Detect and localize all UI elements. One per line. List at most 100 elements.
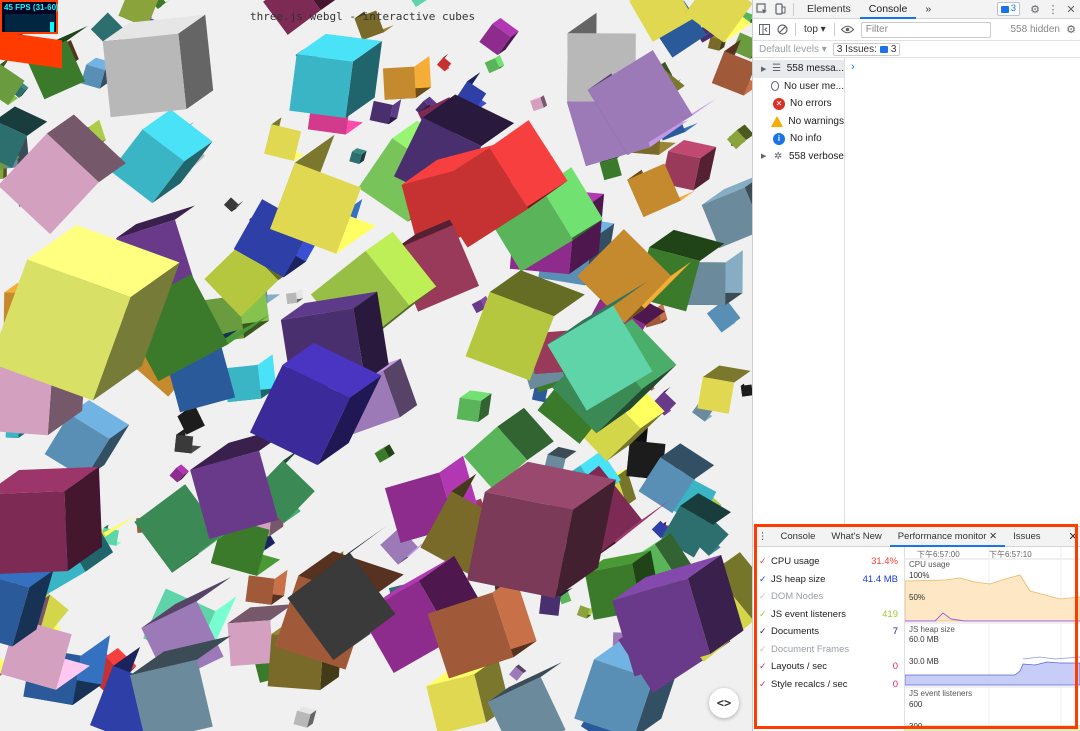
issues-button[interactable]: 3 Issues: 3 (832, 42, 901, 56)
cube[interactable] (726, 124, 752, 150)
cube[interactable] (404, 0, 444, 8)
device-toolbar-icon[interactable] (771, 0, 789, 19)
metric-row[interactable]: ✓ CPU usage 31.4% (753, 553, 904, 571)
sidebar-item-label: No errors (790, 98, 832, 110)
scene-title: three.js webgl - interactive cubes (250, 10, 476, 23)
cube[interactable] (102, 14, 214, 118)
sidebar-item-warnings[interactable]: No warnings (753, 113, 844, 131)
cube[interactable] (374, 444, 395, 463)
cube[interactable] (456, 390, 492, 423)
view-source-button[interactable]: <> (709, 688, 739, 718)
cpu-tick-label: 50% (909, 593, 926, 602)
console-filter-input[interactable] (860, 21, 991, 38)
drawer-tab-issues[interactable]: Issues (1005, 527, 1048, 547)
close-tab-icon[interactable]: ✕ (989, 531, 997, 542)
inspect-element-icon[interactable] (753, 0, 771, 19)
metric-row[interactable]: ✓ JS event listeners 419 (753, 606, 904, 624)
cube[interactable] (369, 99, 402, 125)
settings-gear-icon[interactable]: ⚙ (1026, 0, 1044, 19)
cube[interactable] (740, 383, 752, 397)
issues-button-label: 3 Issues: (836, 43, 877, 55)
metric-row[interactable]: ✓ Document Frames (753, 641, 904, 659)
drawer-menu-icon[interactable]: ⋮ (753, 527, 773, 547)
sidebar-item-info[interactable]: i No info (753, 130, 844, 148)
live-expression-eye-icon[interactable] (839, 20, 857, 39)
drawer-tab-performance-monitor[interactable]: Performance monitor ✕ (889, 527, 1006, 547)
cubes-scene[interactable] (0, 0, 752, 731)
tab-console[interactable]: Console (859, 0, 917, 19)
context-select[interactable]: top ▾ (800, 24, 830, 35)
metric-row[interactable]: ✓ JS heap size 41.4 MB (753, 571, 904, 589)
kebab-menu-icon[interactable]: ⋮ (1044, 0, 1062, 19)
metric-row[interactable]: ✓ DOM Nodes (753, 588, 904, 606)
webgl-viewport[interactable]: 45 FPS (31-60) three.js webgl - interact… (0, 0, 752, 731)
metric-row[interactable]: ✓ Documents 7 (753, 623, 904, 641)
drawer-tab-whats-new[interactable]: What's New (823, 527, 889, 547)
sidebar-item-verbose[interactable]: ▶ ✲ 558 verbose (753, 148, 844, 166)
list-icon: ☰ (772, 63, 782, 75)
cube[interactable] (479, 18, 519, 56)
metric-row[interactable]: ✓ Style recalcs / sec 0 (753, 676, 904, 694)
expand-caret-icon[interactable]: ▶ (761, 152, 771, 160)
cube[interactable] (509, 664, 527, 681)
cube[interactable] (484, 54, 505, 74)
cube[interactable] (223, 197, 244, 212)
filter-divider (795, 23, 796, 36)
metric-checkbox[interactable]: ✓ (759, 574, 771, 585)
cube[interactable] (0, 57, 25, 106)
cube[interactable] (437, 53, 452, 72)
heap-peak-line (1022, 656, 1080, 660)
metric-checkbox[interactable]: ✓ (759, 679, 771, 690)
tab-elements[interactable]: Elements (798, 0, 860, 19)
cube[interactable] (285, 288, 304, 304)
cpu-graph-title: CPU usage (909, 560, 950, 569)
metric-checkbox[interactable]: ✓ (759, 661, 771, 672)
cube[interactable] (382, 56, 432, 100)
sidebar-item-messages[interactable]: ▶ ☰ 558 messa... (753, 60, 844, 78)
metric-checkbox[interactable]: ✓ (759, 591, 771, 602)
metric-name: DOM Nodes (771, 591, 824, 603)
metric-checkbox[interactable]: ✓ (759, 644, 771, 655)
clear-console-icon[interactable] (773, 20, 791, 39)
console-settings-gear-icon[interactable]: ⚙ (1062, 20, 1080, 39)
fps-stats-panel[interactable]: 45 FPS (31-60) (0, 0, 59, 34)
expand-caret-icon[interactable]: ▶ (761, 65, 770, 73)
drawer-tab-console[interactable]: Console (773, 527, 824, 547)
cube[interactable] (530, 95, 548, 112)
sidebar-item-errors[interactable]: ✕ No errors (753, 95, 844, 113)
cube[interactable] (110, 109, 213, 204)
sidebar-toggle-icon[interactable] (755, 20, 773, 39)
metric-value: 0 (892, 678, 898, 690)
fps-graph (5, 14, 55, 32)
log-levels-dropdown[interactable]: Default levels ▾ (759, 44, 827, 55)
metric-checkbox[interactable]: ✓ (759, 609, 771, 620)
console-sidebar: ▶ ☰ 558 messa... No user me... ✕ No erro… (753, 58, 845, 524)
console-output[interactable]: › (845, 58, 1080, 524)
bug-icon: ✲ (774, 150, 783, 162)
cube[interactable] (289, 33, 383, 118)
listeners-tick-label: 600 (909, 700, 923, 709)
metrics-graphs: 下午6:57:00 下午6:57:10 CPU usage 100% 50% J… (905, 547, 1080, 731)
performance-monitor: ✓ CPU usage 31.4% ✓ JS heap size 41.4 MB ✓ DOM … (753, 547, 1080, 731)
cube[interactable] (264, 117, 304, 161)
cube[interactable] (245, 569, 288, 605)
heap-graph-title: JS heap size (909, 625, 955, 634)
close-devtools-icon[interactable]: ✕ (1062, 0, 1080, 19)
metric-row[interactable]: ✓ Layouts / sec 0 (753, 658, 904, 676)
issues-badge[interactable]: 3 (996, 2, 1020, 16)
cube[interactable] (169, 464, 189, 483)
cube[interactable] (293, 706, 317, 728)
fps-label: 45 FPS (31-60) (4, 3, 59, 12)
metric-checkbox[interactable]: ✓ (759, 556, 771, 567)
close-drawer-icon[interactable]: ✕ (1065, 530, 1080, 543)
cube[interactable] (701, 172, 752, 249)
metric-checkbox[interactable]: ✓ (759, 626, 771, 637)
heap-tick-label: 60.0 MB (909, 635, 939, 644)
metric-name: Layouts / sec (771, 661, 827, 673)
sidebar-item-user-messages[interactable]: No user me... (753, 78, 844, 96)
cube[interactable] (349, 148, 367, 165)
more-tabs-button[interactable]: » (916, 0, 940, 19)
listeners-tick-label: 300 (909, 722, 923, 731)
devtools-drawer: ⋮ Console What's New Performance monitor… (753, 526, 1080, 731)
metric-name: Style recalcs / sec (771, 678, 848, 690)
